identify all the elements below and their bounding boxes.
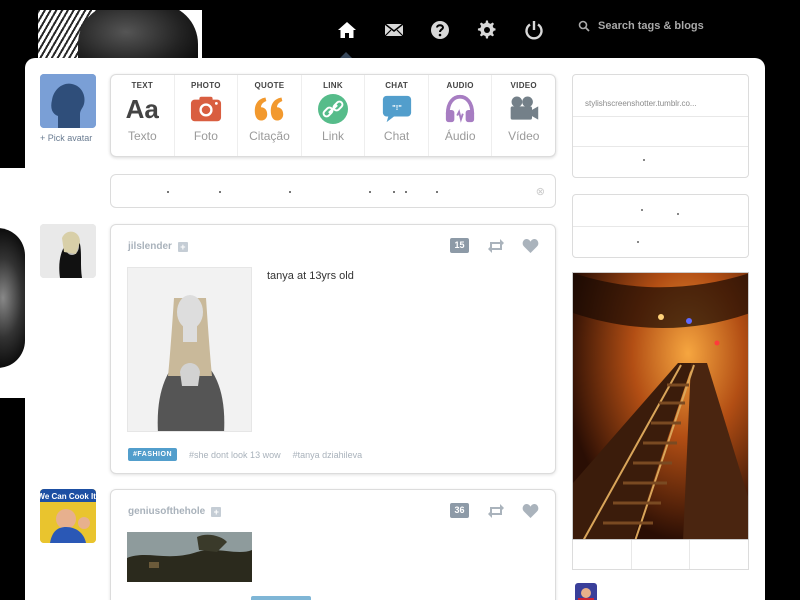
post-action-bar [251,596,311,600]
post-photo[interactable] [127,267,252,432]
follow-plus-icon[interactable]: + [211,506,222,517]
headphones-icon [444,94,476,124]
home-icon[interactable] [335,18,359,42]
power-icon[interactable] [522,18,546,42]
sidebar-box [572,194,749,258]
blog-header-image [38,10,202,64]
search-input[interactable] [598,20,748,32]
follow-plus-icon[interactable]: + [177,241,188,252]
user-avatar[interactable] [40,74,96,128]
post-type-label: Vídeo [508,129,540,143]
post-type-chat[interactable]: CHAT "!" Chat [365,75,429,156]
header-portrait [78,10,198,64]
post-type-label: Áudio [444,129,476,143]
post-type-label: Texto [127,129,157,143]
reblog-icon[interactable] [487,238,505,254]
post-tags: #FASHION #she dont look 13 wow #tanya dz… [128,448,362,461]
close-icon[interactable]: ⊗ [536,185,545,198]
post-type-link[interactable]: LINK Link [302,75,366,156]
post-author[interactable]: jilslender + [128,241,188,252]
post-type-quote[interactable]: QUOTE Citação [238,75,302,156]
mail-icon[interactable] [382,18,406,42]
video-camera-icon [508,94,540,124]
sidebar-row[interactable] [573,227,748,257]
post-type-caption: LINK [323,81,343,90]
search-icon [578,20,590,32]
radar-footer-cell[interactable] [632,540,691,569]
quote-icon [253,94,285,124]
sidebar-row[interactable] [573,195,748,227]
heart-icon[interactable] [522,238,539,254]
post-type-caption: AUDIO [446,81,474,90]
camera-icon [190,94,222,124]
blog-url[interactable]: stylishscreenshotter.tumblr.co... [585,99,697,108]
tag-link[interactable]: #tanya dziahileva [293,450,363,460]
sidebar-thumbnail[interactable] [575,583,597,600]
radar-footer-cell[interactable] [690,540,748,569]
post-type-caption: TEXT [131,81,154,90]
post-type-audio[interactable]: AUDIO Áudio [429,75,493,156]
help-icon[interactable] [428,18,452,42]
sidebar-row[interactable] [573,117,748,147]
post-card: geniusofthehole + 36 [110,489,556,600]
radar-image[interactable] [572,272,749,540]
post-type-text[interactable]: TEXT Aa Texto [111,75,175,156]
post-type-label: Chat [383,129,410,143]
tag-link[interactable]: #she dont look 13 wow [189,450,281,460]
link-icon [317,94,349,124]
post-author-name[interactable]: jilslender [128,241,172,252]
post-author[interactable]: geniusofthehole + [128,506,222,517]
blog-list-box: stylishscreenshotter.tumblr.co... [572,74,749,178]
search-bar[interactable] [578,20,748,32]
post-card: jilslender + 15 tanya at 13yrs old #FASH… [110,224,556,474]
notes-count[interactable]: 36 [450,503,469,518]
reblog-icon[interactable] [487,503,505,519]
post-type-label: Link [322,129,345,143]
sidebar-row[interactable] [573,147,748,177]
post-type-selector: TEXT Aa Texto PHOTO Foto QUOTE Citação L… [110,74,556,157]
post-type-caption: VIDEO [510,81,537,90]
post-type-label: Foto [193,129,218,143]
post-avatar[interactable] [40,224,96,278]
text-icon: Aa [125,93,159,124]
avatar-text: We Can Cook It! [40,492,96,501]
post-type-photo[interactable]: PHOTO Foto [175,75,239,156]
post-type-video[interactable]: VIDEO Vídeo [492,75,555,156]
radar-footer [572,540,749,570]
post-caption: tanya at 13yrs old [267,270,354,282]
blog-url-row[interactable]: stylishscreenshotter.tumblr.co... [573,75,748,117]
post-type-caption: PHOTO [190,81,221,90]
svg-text:"!": "!" [392,103,402,112]
default-avatar-icon [40,74,96,128]
tag-featured[interactable]: #FASHION [128,448,178,461]
top-bar [0,0,800,64]
pick-avatar-link[interactable]: + Pick avatar [40,133,92,143]
blog-background-image [0,168,25,398]
postbox-pointer [96,93,104,107]
gear-icon[interactable] [475,18,499,42]
post-avatar[interactable]: We Can Cook It! [40,489,96,543]
post-type-label: Citação [249,129,290,143]
post-author-name[interactable]: geniusofthehole [128,506,205,517]
post-type-caption: CHAT [385,81,409,90]
post-photo[interactable] [127,532,252,582]
chat-icon: "!" [381,94,413,124]
notice-bar: ⊗ [110,174,556,208]
post-type-caption: QUOTE [254,81,285,90]
radar-footer-cell[interactable] [573,540,632,569]
notes-count[interactable]: 15 [450,238,469,253]
heart-icon[interactable] [522,503,539,519]
